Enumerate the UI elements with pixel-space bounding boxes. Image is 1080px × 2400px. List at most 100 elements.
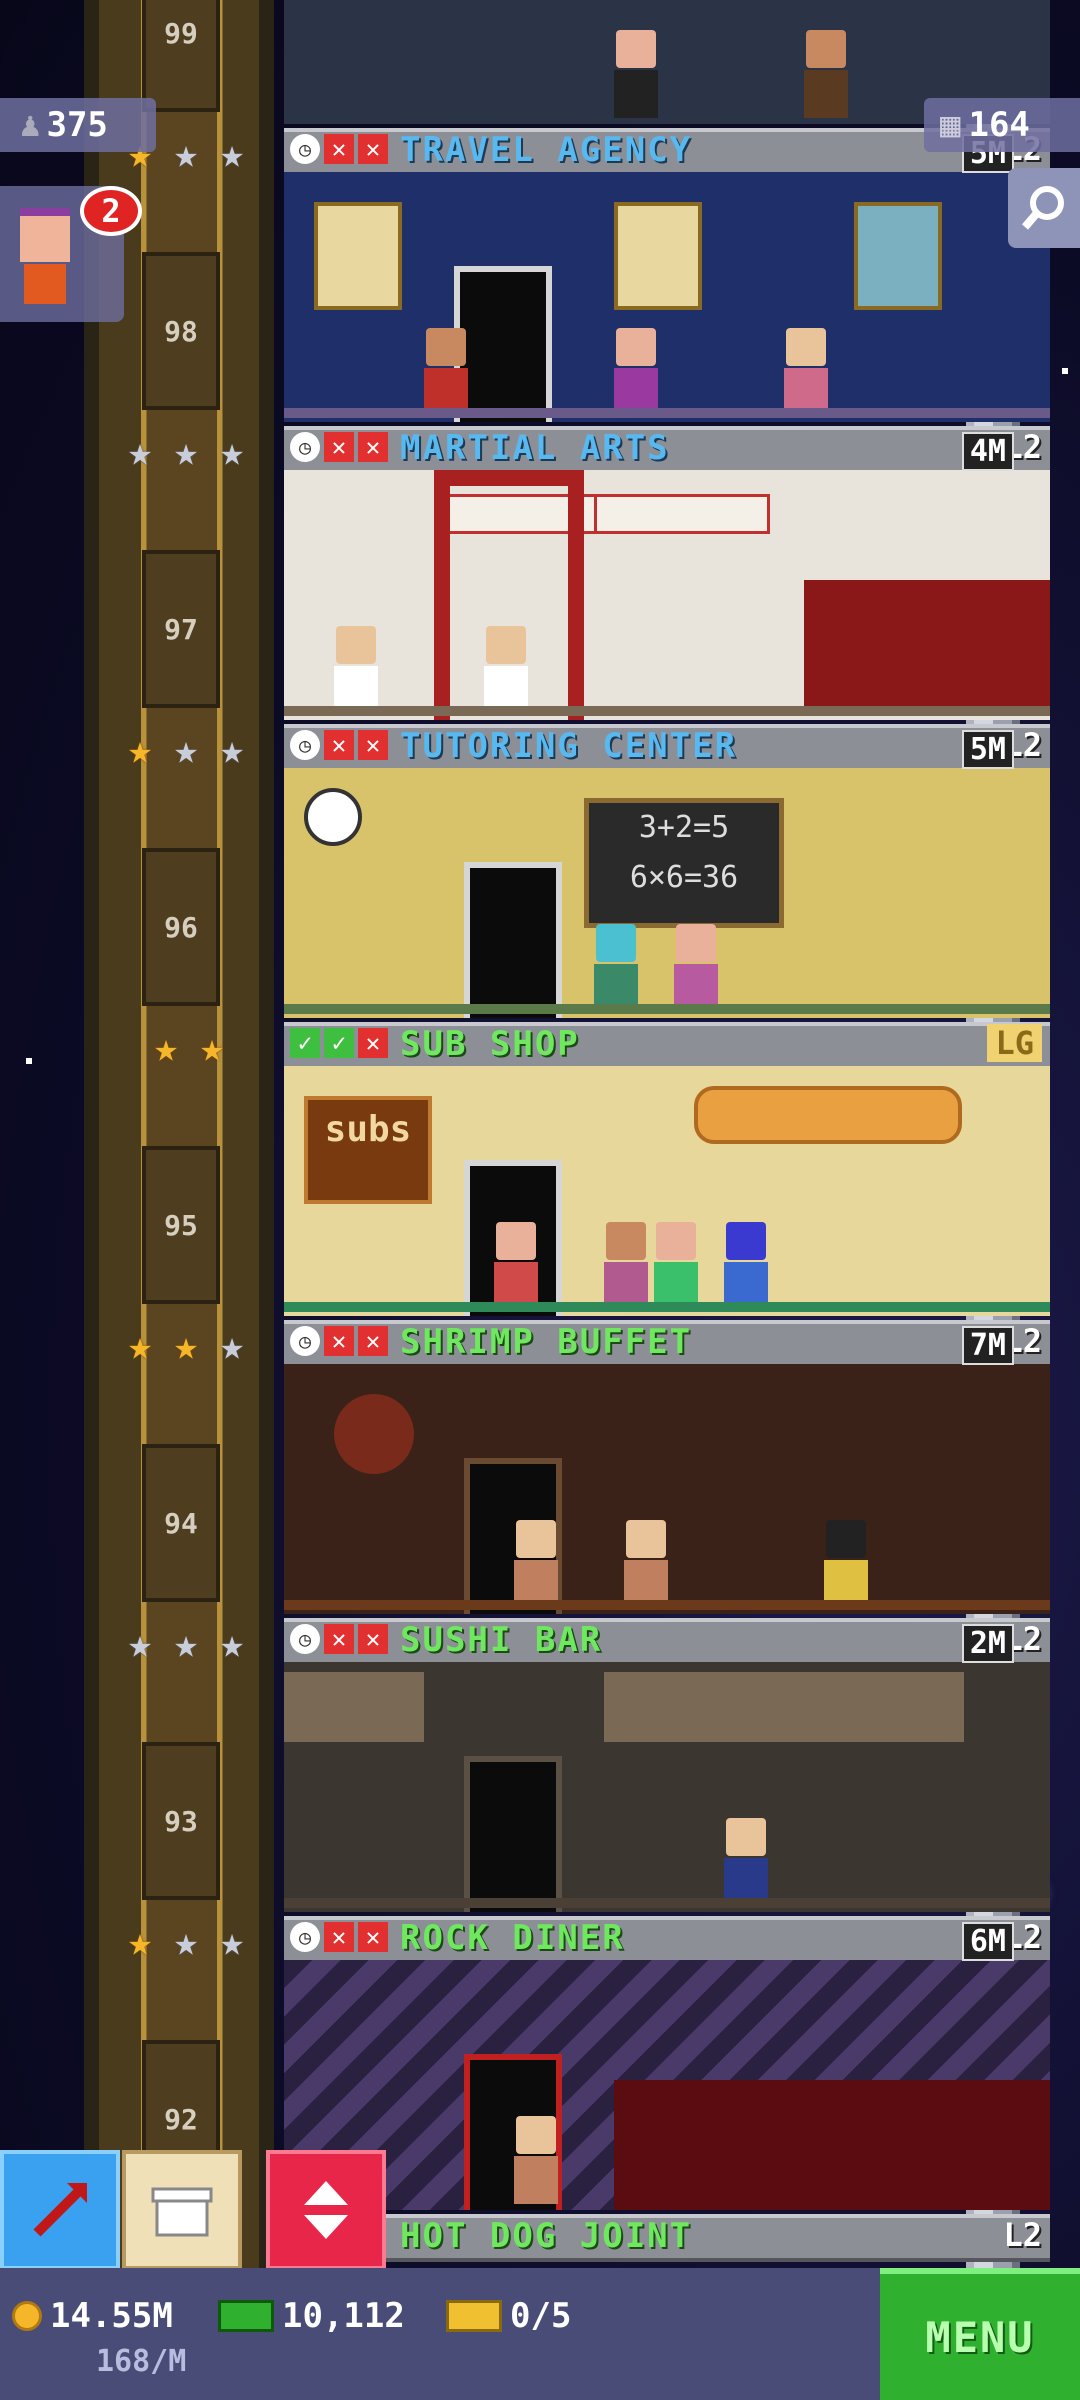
floor-room: subs (284, 1066, 1050, 1316)
coin-icon (12, 2301, 42, 2331)
floor-stars: ★ ★ ★ (120, 1624, 252, 1664)
population-counter[interactable]: ♟ 375 (0, 98, 156, 152)
resident (514, 1520, 558, 1608)
floor-header[interactable] (284, 1916, 1050, 1964)
star-icon: ★ (173, 1919, 199, 1965)
search-button[interactable] (1008, 168, 1080, 248)
star-icon: ★ (173, 727, 199, 773)
resident (724, 1222, 768, 1310)
floor-93[interactable]: ★ ★ ★ ◷ ✕ ✕ SUSHI BAR L2 2M 93 (84, 1618, 1050, 1916)
clock-icon: ◷ (290, 1326, 320, 1356)
floor-room (284, 172, 1050, 422)
resident (804, 30, 848, 118)
stock-status: ◷ ✕ ✕ (290, 432, 388, 462)
floor-level: LG (987, 1024, 1042, 1062)
floor-stars: ★ ★ ★ (120, 730, 252, 770)
floor-name: HOT DOG JOINT (400, 2216, 693, 2256)
menu-button[interactable]: MENU (880, 2268, 1080, 2400)
floor-room (284, 1364, 1050, 1614)
restock-time: 7M (961, 1326, 1014, 1365)
floor-96[interactable]: ★ ★ ★ ◷ ✕ ✕ TUTORING CENTER L2 3+2=5 6×6… (84, 724, 1050, 1022)
resident (614, 30, 658, 118)
floor-name: SUB SHOP (400, 1024, 580, 1064)
restock-time: 5M (961, 730, 1014, 769)
star-icon: ★ (127, 727, 153, 773)
in-stock-icon: ✓ (290, 1028, 320, 1058)
star-icon: ★ (173, 1323, 199, 1369)
population-value: 375 (46, 105, 108, 145)
star (1062, 368, 1068, 374)
search-icon (1021, 186, 1064, 230)
notification-badge: 2 (80, 186, 142, 236)
out-of-stock-icon: ✕ (358, 1624, 388, 1654)
bux-stat: 10,112 (218, 2296, 405, 2336)
build-button[interactable] (122, 2150, 242, 2270)
out-of-stock-icon: ✕ (358, 1922, 388, 1952)
in-stock-icon: ✓ (324, 1028, 354, 1058)
star (26, 1058, 32, 1064)
floor-99[interactable]: 99 (84, 0, 1050, 128)
floor-header[interactable] (284, 1022, 1050, 1070)
chalkboard-line: 3+2=5 (638, 810, 730, 845)
ticket-icon (446, 2300, 502, 2332)
door (454, 266, 552, 422)
floor-room (284, 1960, 1050, 2210)
floor-name: MARTIAL ARTS (400, 428, 670, 468)
star-icon: ★ (199, 1025, 225, 1071)
resident (824, 1520, 868, 1608)
resident (654, 1222, 698, 1310)
out-of-stock-icon: ✕ (324, 730, 354, 760)
resident (624, 1520, 668, 1608)
door (464, 1756, 562, 1912)
out-of-stock-icon: ✕ (324, 432, 354, 462)
income-stat: 168/M (96, 2344, 186, 2379)
out-of-stock-icon: ✕ (358, 432, 388, 462)
star-icon: ★ (127, 1919, 153, 1965)
floor-room: 3+2=5 6×6=36 (284, 768, 1050, 1018)
out-of-stock-icon: ✕ (358, 1326, 388, 1356)
floor-94[interactable]: ★ ★ ★ ◷ ✕ ✕ SHRIMP BUFFET L2 7M 94 (84, 1320, 1050, 1618)
stock-status: ◷ ✕ ✕ (290, 134, 388, 164)
floor-number: 98 (142, 252, 220, 410)
coins-stat: 14.55M (12, 2296, 173, 2336)
star-icon: ★ (173, 1621, 199, 1667)
stock-status: ◷ ✕ ✕ (290, 1922, 388, 1952)
floor-95[interactable]: ★ ★ ✓ ✓ ✕ SUB SHOP LG subs 95 (84, 1022, 1050, 1320)
resident (514, 2116, 558, 2204)
coins-value: 14.55M (50, 2296, 173, 2336)
resident (424, 328, 468, 416)
bux-icon (218, 2300, 274, 2332)
floor-97[interactable]: ★ ★ ★ ◷ ✕ ✕ MARTIAL ARTS L2 4M 97 (84, 426, 1050, 724)
floor-number: 94 (142, 1444, 220, 1602)
floor-number: 93 (142, 1742, 220, 1900)
stock-status: ◷ ✕ ✕ (290, 1326, 388, 1356)
elevator-move-button[interactable] (266, 2150, 386, 2270)
up-down-icon (304, 2181, 348, 2239)
star-icon: ★ (219, 727, 245, 773)
floor-stars: ★ ★ ★ (120, 1326, 252, 1366)
box-icon (151, 2187, 213, 2237)
out-of-stock-icon: ✕ (324, 1922, 354, 1952)
floor-98[interactable]: ★ ★ ★ ◷ ✕ ✕ TRAVEL AGENCY L2 5M 99 98 (84, 128, 1050, 426)
vip-button[interactable]: 2 (0, 186, 142, 322)
elevator-button[interactable] (0, 2150, 120, 2270)
star-icon: ★ (127, 1323, 153, 1369)
floor-number: 97 (142, 550, 220, 708)
resident (784, 328, 828, 416)
floor-number: 95 (142, 1146, 220, 1304)
subs-sign: subs (304, 1096, 432, 1204)
income-value: 168/M (96, 2344, 187, 2379)
tickets-value: 0/5 (510, 2296, 572, 2336)
building-icon: ▦ (940, 105, 961, 145)
restock-time: 4M (961, 432, 1014, 471)
resident (334, 626, 378, 714)
resident (594, 924, 638, 1012)
floor-header[interactable] (284, 1618, 1050, 1666)
out-of-stock-icon: ✕ (324, 1326, 354, 1356)
door (464, 862, 562, 1018)
floor-room (284, 1662, 1050, 1912)
floors-counter[interactable]: ▦ 164 (924, 98, 1080, 152)
floor-level: L2 (1003, 2216, 1042, 2254)
restock-time: 2M (961, 1624, 1014, 1663)
star-icon: ★ (153, 1025, 179, 1071)
